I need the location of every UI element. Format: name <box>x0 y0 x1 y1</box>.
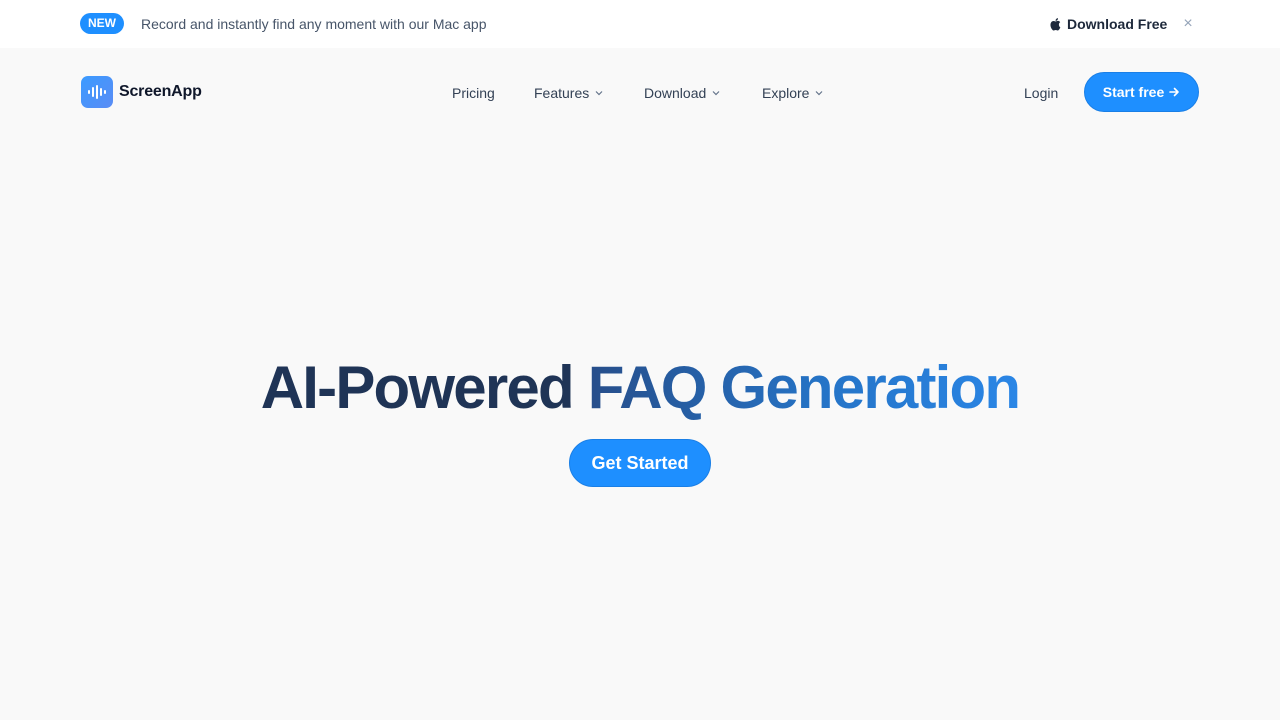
announcement-message: Record and instantly find any moment wit… <box>141 16 487 32</box>
download-free-label: Download Free <box>1067 16 1168 32</box>
nav-download[interactable]: Download <box>644 84 720 102</box>
apple-icon <box>1049 17 1061 31</box>
nav-pricing-label: Pricing <box>452 85 495 101</box>
nav-explore-label: Explore <box>762 85 810 101</box>
announcement-bar: NEW Record and instantly find any moment… <box>0 0 1280 48</box>
nav-pricing[interactable]: Pricing <box>452 84 495 102</box>
new-badge: NEW <box>80 13 124 34</box>
close-icon[interactable]: × <box>1180 14 1196 34</box>
get-started-button[interactable]: Get Started <box>569 439 711 487</box>
nav-download-label: Download <box>644 85 707 101</box>
start-free-label: Start free <box>1102 84 1165 100</box>
brand-name: ScreenApp <box>119 83 202 100</box>
hero-title-part1: AI-Powered <box>260 354 575 421</box>
nav-explore[interactable]: Explore <box>762 84 823 102</box>
chevron-down-icon <box>816 91 823 96</box>
login-link[interactable]: Login <box>1024 84 1058 102</box>
hero-title-part2: FAQ Generation <box>587 354 1021 421</box>
nav-features-label: Features <box>534 85 590 101</box>
soundwave-icon <box>81 76 113 108</box>
brand-logo[interactable]: ScreenApp <box>81 76 202 108</box>
download-free-link[interactable]: Download Free <box>1049 15 1167 33</box>
hero-title: AI-Powered FAQ Generation <box>0 352 1280 424</box>
start-free-button[interactable]: Start free <box>1084 72 1199 112</box>
arrow-right-icon <box>1169 87 1180 97</box>
main-nav: ScreenApp Pricing Features Download Expl… <box>0 48 1280 136</box>
nav-features[interactable]: Features <box>534 84 603 102</box>
chevron-down-icon <box>595 91 603 96</box>
chevron-down-icon <box>712 91 720 96</box>
